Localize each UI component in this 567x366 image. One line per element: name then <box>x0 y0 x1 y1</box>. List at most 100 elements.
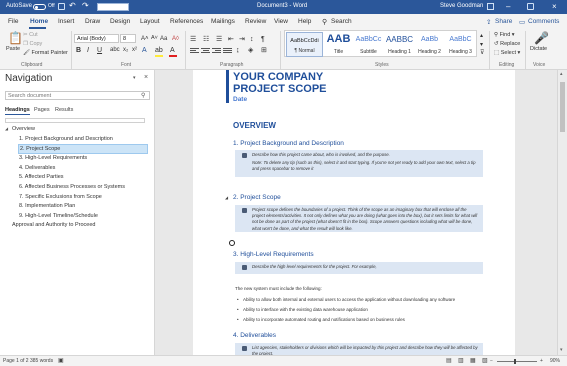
tab-help[interactable]: Help <box>298 18 311 25</box>
paste-button[interactable]: Paste <box>6 46 20 52</box>
nav-heading[interactable]: 3. High-Level Requirements <box>19 155 87 161</box>
heading-2[interactable]: 2. Project Scope <box>233 194 281 201</box>
replace-button[interactable]: ↺ Replace <box>494 41 520 47</box>
style-normal[interactable]: AaBbCcDdi ¶ Normal <box>286 32 323 57</box>
increase-indent-icon[interactable]: ⇥ <box>239 36 245 43</box>
tab-layout[interactable]: Layout <box>140 18 160 25</box>
tab-design[interactable]: Design <box>110 18 130 25</box>
strikethrough-icon[interactable]: abc <box>110 47 120 53</box>
vertical-scrollbar[interactable]: ▴ ▾ <box>557 70 567 355</box>
minimize-icon[interactable]: – <box>506 2 510 11</box>
tip-box[interactable]: List agencies, stakeholders or divisions… <box>235 343 483 355</box>
print-layout-icon[interactable]: ▦ <box>470 357 476 364</box>
focus-mode-icon[interactable]: ▤ <box>446 357 452 364</box>
font-color-icon[interactable]: A <box>170 47 175 54</box>
nav-heading[interactable]: 5. Affected Parties <box>19 174 64 180</box>
bullets-icon[interactable]: ☰ <box>190 36 196 43</box>
tab-review[interactable]: Review <box>245 18 266 25</box>
change-case-icon[interactable]: Aa <box>160 36 167 42</box>
nav-heading[interactable]: 9. High-Level Timeline/Schedule <box>19 213 98 219</box>
decrease-indent-icon[interactable]: ⇤ <box>228 36 234 43</box>
nav-heading[interactable]: 8. Implementation Plan <box>19 203 75 209</box>
copy-button[interactable]: ❐ Copy <box>23 41 42 47</box>
tab-results[interactable]: Results <box>55 107 73 113</box>
zoom-level[interactable]: 90% <box>550 358 560 364</box>
save-icon[interactable] <box>58 3 65 10</box>
zoom-slider[interactable] <box>497 361 537 362</box>
font-family-select[interactable]: Arial (Body) <box>74 34 119 43</box>
nav-heading[interactable]: Overview <box>12 126 35 132</box>
close-pane-icon[interactable]: × <box>144 74 148 81</box>
headings-scroll-track[interactable] <box>5 118 145 123</box>
tab-draw[interactable]: Draw <box>85 18 100 25</box>
style-heading-3[interactable]: AaBbC Heading 3 <box>442 32 479 57</box>
tip-box[interactable]: Project scope defines the boundaries of … <box>235 205 483 232</box>
pane-options-icon[interactable]: ▾ <box>133 75 136 81</box>
nav-heading[interactable]: Approval and Authority to Proceed <box>12 222 95 228</box>
justify-icon[interactable] <box>223 48 232 56</box>
comments-button[interactable]: Comments <box>528 18 559 25</box>
nav-heading[interactable]: 1. Project Background and Description <box>19 136 113 142</box>
quick-access-box[interactable] <box>97 3 129 11</box>
tell-me-search[interactable]: Search <box>331 18 352 25</box>
zoom-in-icon[interactable]: + <box>540 358 543 364</box>
tab-headings[interactable]: Headings <box>5 107 30 115</box>
tab-insert[interactable]: Insert <box>58 18 74 25</box>
clear-format-icon[interactable]: A◊ <box>172 36 179 42</box>
heading-1[interactable]: 1. Project Background and Description <box>233 140 344 147</box>
redo-icon[interactable]: ↷ <box>82 1 89 10</box>
close-icon[interactable]: × <box>552 2 557 11</box>
nav-heading[interactable]: 6. Affected Business Processes or System… <box>19 184 125 190</box>
page-count[interactable]: Page 1 of 2 <box>3 358 29 364</box>
collapse-arrow-icon[interactable]: ◢ <box>5 126 8 131</box>
document-page[interactable]: YOUR COMPANY PROJECT SCOPE Date OVERVIEW… <box>193 70 515 355</box>
word-count[interactable]: 385 words <box>30 358 53 364</box>
bullet-item[interactable]: Ability to interface with the existing d… <box>243 307 368 312</box>
multilevel-list-icon[interactable]: ☰ <box>216 36 222 43</box>
dictate-button[interactable]: Dictate <box>530 46 547 52</box>
find-button[interactable]: ⚲ Find ▾ <box>494 32 515 38</box>
show-marks-icon[interactable]: ¶ <box>261 36 265 43</box>
tab-file[interactable]: File <box>8 18 18 25</box>
heading-4[interactable]: 4. Deliverables <box>233 332 276 339</box>
select-button[interactable]: ⬚ Select ▾ <box>494 50 520 56</box>
shading-icon[interactable]: ◈ <box>248 47 253 54</box>
date-field[interactable]: Date <box>233 96 247 103</box>
read-mode-icon[interactable]: ▥ <box>458 357 464 364</box>
proofing-icon[interactable]: ▣ <box>58 357 64 364</box>
search-icon[interactable]: ⚲ <box>141 92 145 99</box>
scroll-thumb[interactable] <box>560 82 565 132</box>
bullet-item[interactable]: Ability to allow both internal and exter… <box>243 297 455 302</box>
tab-pages[interactable]: Pages <box>34 107 50 113</box>
zoom-slider-thumb[interactable] <box>514 359 516 364</box>
collapse-arrow-icon[interactable]: ◢ <box>225 195 228 200</box>
undo-icon[interactable]: ↶ <box>69 1 76 10</box>
maximize-icon[interactable] <box>527 3 534 10</box>
borders-icon[interactable]: ⊞ <box>261 47 267 54</box>
tip-box[interactable]: Describe how this project came about, wh… <box>235 150 483 177</box>
zoom-out-icon[interactable]: − <box>490 358 493 364</box>
overview-heading[interactable]: OVERVIEW <box>233 121 276 130</box>
scroll-down-icon[interactable]: ▾ <box>560 347 563 353</box>
tab-references[interactable]: References <box>170 18 203 25</box>
subscript-icon[interactable]: x₂ <box>123 47 128 53</box>
line-spacing-icon[interactable]: ↨ <box>236 47 240 54</box>
search-document-input[interactable]: Search document <box>5 91 150 100</box>
share-button[interactable]: Share <box>495 18 512 25</box>
nav-heading[interactable]: 4. Deliverables <box>19 165 55 171</box>
highlight-icon[interactable]: ab <box>155 47 163 54</box>
cut-button[interactable]: ✂ Cut <box>23 32 38 38</box>
heading-3[interactable]: 3. High-Level Requirements <box>233 251 314 258</box>
align-left-icon[interactable] <box>190 48 199 56</box>
tab-mailings[interactable]: Mailings <box>211 18 235 25</box>
align-center-icon[interactable] <box>201 48 210 56</box>
project-title[interactable]: PROJECT SCOPE <box>233 84 327 95</box>
bullet-item[interactable]: Ability to incorporate automated routing… <box>243 317 405 322</box>
styles-scroll-up-icon[interactable]: ▴ <box>480 33 483 39</box>
web-layout-icon[interactable]: ▧ <box>482 357 488 364</box>
styles-scroll-down-icon[interactable]: ▾ <box>480 42 483 48</box>
nav-heading-selected[interactable]: 2. Project Scope <box>18 144 148 154</box>
company-title[interactable]: YOUR COMPANY <box>233 72 323 83</box>
autosave-toggle[interactable] <box>33 4 46 10</box>
nav-heading[interactable]: 7. Specific Exclusions from Scope <box>19 194 102 200</box>
